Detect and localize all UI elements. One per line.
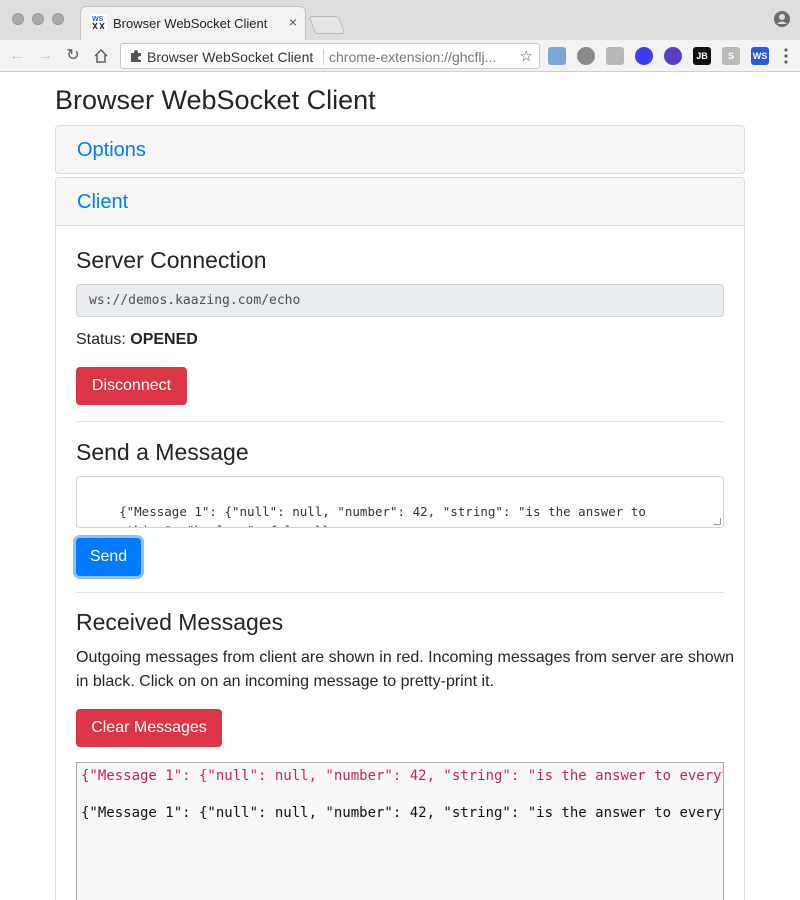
new-tab-button[interactable]: [308, 16, 346, 34]
message-text: {"Message 1": {"null": null, "number": 4…: [89, 504, 646, 527]
disconnect-button[interactable]: Disconnect: [76, 367, 187, 405]
browser-toolbar: ← → ↻ Browser WebSocket Client chrome-ex…: [0, 40, 800, 72]
send-message-heading: Send a Message: [76, 439, 249, 465]
reload-icon[interactable]: ↻: [64, 47, 82, 65]
svg-text:WS: WS: [92, 16, 104, 23]
address-url[interactable]: chrome-extension://ghcflj...: [329, 49, 496, 65]
profile-icon[interactable]: [774, 11, 790, 27]
bookmark-star-icon[interactable]: ☆: [520, 47, 533, 65]
incoming-message[interactable]: {"Message 1": {"null": null, "number": 4…: [81, 805, 723, 821]
browser-tab[interactable]: WS Browser WebSocket Client ×: [80, 6, 306, 40]
address-page-title: Browser WebSocket Client: [147, 49, 314, 65]
close-window-button[interactable]: [12, 13, 24, 25]
received-messages-heading: Received Messages: [76, 609, 284, 635]
options-card-header: Options: [55, 125, 745, 174]
zoom-window-button[interactable]: [52, 13, 64, 25]
ext-window-icon[interactable]: [548, 47, 566, 65]
extension-puzzle-icon: [131, 50, 141, 62]
received-messages-description: Outgoing messages from client are shown …: [76, 649, 735, 690]
ext-angular-icon[interactable]: [606, 47, 624, 65]
send-button[interactable]: Send: [76, 538, 141, 576]
message-textarea[interactable]: {"Message 1": {"null": null, "number": 4…: [76, 476, 724, 528]
tab-title: Browser WebSocket Client: [113, 16, 268, 31]
ext-gear-icon[interactable]: [577, 47, 595, 65]
home-icon[interactable]: [93, 48, 109, 64]
ext-lock-icon[interactable]: [664, 47, 682, 65]
ws-favicon-icon: WS: [91, 14, 107, 30]
forward-arrow-icon[interactable]: →: [36, 47, 54, 65]
tab-close-icon[interactable]: ×: [289, 14, 297, 30]
back-arrow-icon[interactable]: ←: [8, 47, 26, 65]
options-link[interactable]: Options: [77, 139, 146, 162]
address-separator: [323, 49, 324, 65]
resize-handle[interactable]: [714, 518, 721, 525]
server-connection-heading: Server Connection: [76, 247, 267, 273]
ext-jb-icon[interactable]: JB: [693, 47, 711, 65]
connection-status: Status: OPENED: [76, 331, 198, 349]
divider: [76, 421, 724, 422]
browser-menu-icon[interactable]: [784, 48, 788, 64]
status-value: OPENED: [130, 331, 198, 348]
ext-s-icon[interactable]: S: [722, 47, 740, 65]
address-bar[interactable]: Browser WebSocket Client chrome-extensio…: [120, 43, 540, 69]
messages-log[interactable]: {"Message 1": {"null": null, "number": 4…: [76, 762, 724, 900]
client-card-header: Client: [55, 177, 745, 226]
ext-ws-icon[interactable]: WS: [751, 47, 769, 65]
server-url-input[interactable]: ws://demos.kaazing.com/echo: [76, 284, 724, 317]
status-label: Status:: [76, 331, 126, 348]
clear-messages-button[interactable]: Clear Messages: [76, 709, 222, 747]
minimize-window-button[interactable]: [32, 13, 44, 25]
page-content: Browser WebSocket Client Options Client …: [0, 73, 800, 900]
page-title: Browser WebSocket Client: [55, 85, 376, 115]
browser-titlebar: WS Browser WebSocket Client ×: [0, 0, 800, 40]
divider: [76, 592, 724, 593]
client-link[interactable]: Client: [77, 191, 128, 214]
outgoing-message: {"Message 1": {"null": null, "number": 4…: [81, 768, 723, 784]
ext-moon-icon[interactable]: [635, 47, 653, 65]
